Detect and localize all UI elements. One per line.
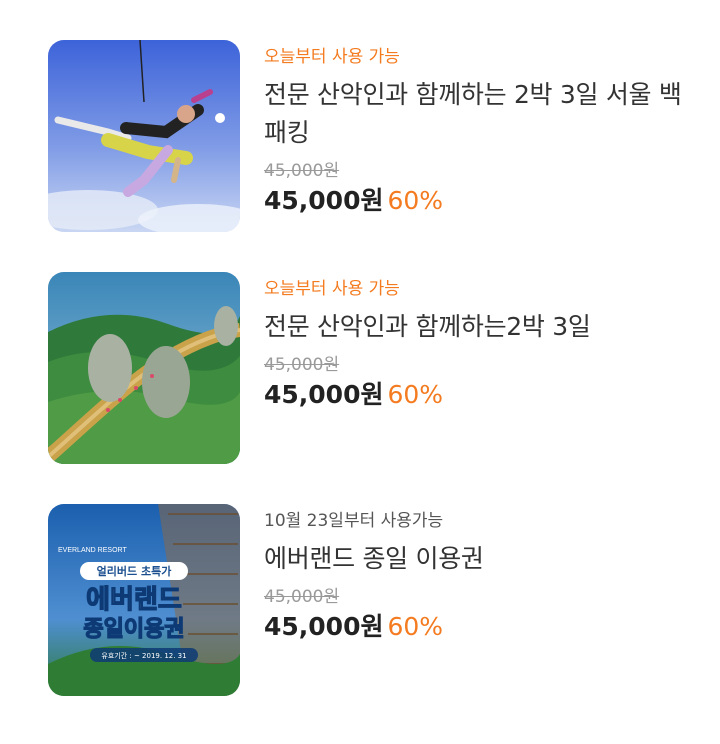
poster-headline-1: 에버랜드 [86, 585, 182, 615]
product-title[interactable]: 전문 산악인과 함께하는2박 3일 [264, 308, 684, 346]
poster-headline-2: 종일이용권 [83, 617, 184, 642]
discount-rate: 60% [387, 612, 444, 641]
sale-price: 45,000원 [264, 186, 384, 215]
poster-ribbon: 얼리버드 초특가 [97, 564, 172, 578]
product-card[interactable]: EVERLAND RESORT 얼리버드 초특가 에버랜드 종일이용권 유효기간… [48, 504, 688, 696]
sale-price: 45,000원 [264, 612, 384, 641]
original-price: 45,000원 [264, 355, 340, 375]
availability-label: 10월 23일부터 사용가능 [264, 511, 444, 531]
product-image-everland[interactable]: EVERLAND RESORT 얼리버드 초특가 에버랜드 종일이용권 유효기간… [48, 504, 240, 696]
product-list: 오늘부터 사용 가능 전문 산악인과 함께하는 2박 3일 서울 백패킹 45,… [0, 0, 720, 744]
product-card[interactable]: 오늘부터 사용 가능 전문 산악인과 함께하는2박 3일 45,000원 45,… [48, 272, 688, 464]
discount-rate: 60% [387, 380, 444, 409]
product-image-skydiving[interactable] [48, 40, 240, 232]
product-title[interactable]: 전문 산악인과 함께하는 2박 3일 서울 백패킹 [264, 76, 684, 152]
availability-label: 오늘부터 사용 가능 [264, 279, 400, 299]
price-row: 45,000원 60% [264, 184, 684, 218]
everland-brand-mark: EVERLAND RESORT [58, 547, 127, 554]
availability-label: 오늘부터 사용 가능 [264, 47, 400, 67]
original-price: 45,000원 [264, 161, 340, 181]
golden-bridge-photo [48, 272, 240, 464]
product-info: 오늘부터 사용 가능 전문 산악인과 함께하는2박 3일 45,000원 45,… [264, 278, 684, 412]
skydiving-photo [48, 40, 240, 232]
product-title[interactable]: 에버랜드 종일 이용권 [264, 540, 684, 578]
price-row: 45,000원 60% [264, 378, 684, 412]
poster-period: 유효기간 : ~ 2019. 12. 31 [101, 651, 186, 660]
original-price: 45,000원 [264, 587, 340, 607]
product-image-golden-bridge[interactable] [48, 272, 240, 464]
product-info: 10월 23일부터 사용가능 에버랜드 종일 이용권 45,000원 45,00… [264, 510, 684, 644]
everland-poster: EVERLAND RESORT 얼리버드 초특가 에버랜드 종일이용권 유효기간… [48, 504, 240, 696]
price-row: 45,000원 60% [264, 610, 684, 644]
product-info: 오늘부터 사용 가능 전문 산악인과 함께하는 2박 3일 서울 백패킹 45,… [264, 46, 684, 218]
product-card[interactable]: 오늘부터 사용 가능 전문 산악인과 함께하는 2박 3일 서울 백패킹 45,… [48, 40, 688, 232]
discount-rate: 60% [387, 186, 444, 215]
sale-price: 45,000원 [264, 380, 384, 409]
